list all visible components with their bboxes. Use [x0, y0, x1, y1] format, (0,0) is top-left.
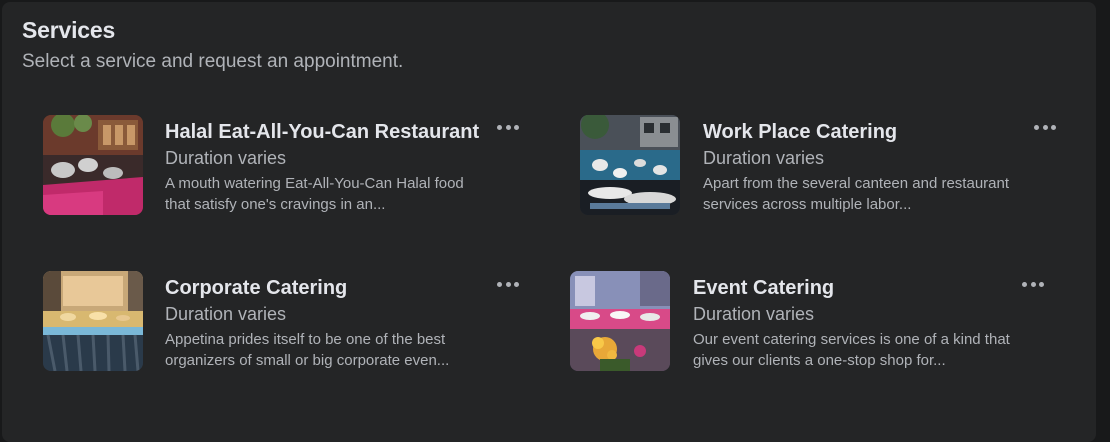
section-title: Services [22, 17, 116, 43]
service-name: Event Catering [693, 277, 835, 299]
service-card-halal-restaurant[interactable]: Halal Eat-All-You-Can Restaurant Duratio… [43, 115, 543, 215]
more-options-icon[interactable] [493, 274, 523, 294]
event-venue-photo [570, 271, 670, 371]
service-duration: Duration varies [165, 304, 287, 324]
service-duration: Duration varies [703, 148, 825, 168]
service-description: Apart from the several canteen and resta… [703, 175, 1010, 213]
service-card-workplace-catering[interactable]: Work Place Catering Duration varies Apar… [580, 115, 1040, 215]
service-name: Work Place Catering [703, 121, 898, 143]
service-card-corporate-catering[interactable]: Corporate Catering Duration varies Appet… [43, 271, 543, 371]
service-card-event-catering[interactable]: Event Catering Duration varies Our event… [570, 271, 1030, 371]
service-name: Halal Eat-All-You-Can Restaurant [165, 121, 480, 143]
service-duration: Duration varies [693, 304, 815, 324]
services-panel: Services Select a service and request an… [2, 2, 1096, 442]
outdoor-catering-photo [580, 115, 680, 215]
section-subtitle: Select a service and request an appointm… [22, 51, 404, 72]
service-description: A mouth watering Eat-All-You-Can Halal f… [165, 175, 464, 213]
service-description: Our event catering services is one of a … [693, 331, 1010, 369]
service-description: Appetina prides itself to be one of the … [165, 331, 450, 369]
more-options-icon[interactable] [1018, 274, 1048, 294]
buffet-photo [43, 115, 143, 215]
service-duration: Duration varies [165, 148, 287, 168]
corporate-buffet-photo [43, 271, 143, 371]
more-options-icon[interactable] [493, 117, 523, 137]
service-name: Corporate Catering [165, 277, 348, 299]
more-options-icon[interactable] [1030, 117, 1060, 137]
